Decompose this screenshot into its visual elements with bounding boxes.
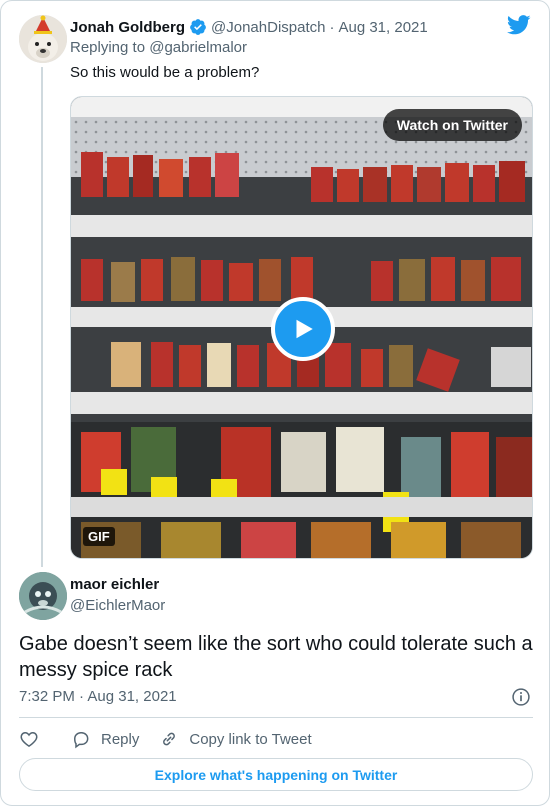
separator-dot: · [329, 18, 335, 36]
parent-author-handle[interactable]: @JonahDispatch [211, 19, 325, 36]
tweet-time[interactable]: 7:32 PM [19, 688, 75, 705]
heart-icon [20, 731, 38, 747]
copy-link-label[interactable]: Copy link to Tweet [189, 731, 311, 748]
parent-author-name[interactable]: Jonah Goldberg [70, 19, 185, 36]
play-button[interactable] [271, 297, 335, 361]
play-icon [296, 319, 313, 339]
thread-connector-line [41, 67, 43, 567]
watch-on-twitter-button[interactable]: Watch on Twitter [382, 109, 522, 141]
tweet-media-gif[interactable]: Watch on Twitter GIF [70, 96, 533, 559]
reply-button[interactable]: Reply [71, 729, 139, 749]
divider [19, 717, 533, 718]
link-icon [163, 732, 176, 746]
gif-badge: GIF [83, 527, 115, 546]
parent-tweet-text: So this would be a problem? [70, 64, 260, 81]
copy-link-button[interactable]: Copy link to Tweet [159, 729, 312, 749]
main-author-handle[interactable]: @EichlerMaor [70, 597, 165, 614]
verified-badge-icon [190, 19, 206, 35]
parent-tweet-date[interactable]: Aug 31, 2021 [338, 19, 427, 36]
replying-to-handle[interactable]: @gabrielmalor [149, 39, 247, 56]
explore-twitter-button[interactable]: Explore what's happening on Twitter [19, 758, 533, 791]
reply-label[interactable]: Reply [101, 731, 139, 748]
twitter-bird-icon[interactable] [507, 15, 531, 35]
parent-author-avatar[interactable] [19, 15, 67, 63]
reply-bubble-icon [73, 732, 89, 749]
info-icon[interactable] [511, 687, 531, 707]
separator-dot: · [79, 688, 85, 705]
replying-to-line: Replying to @gabrielmalor [70, 39, 247, 56]
tweet-date[interactable]: Aug 31, 2021 [87, 688, 176, 705]
main-author-avatar[interactable] [19, 572, 67, 620]
tweet-actions: Reply Copy link to Tweet [19, 727, 312, 751]
tweet-embed-card: Jonah Goldberg @JonahDispatch · Aug 31, … [0, 0, 550, 806]
tweet-timestamp[interactable]: 7:32 PM · Aug 31, 2021 [19, 688, 177, 705]
main-tweet-text: Gabe doesn’t seem like the sort who coul… [19, 633, 533, 681]
like-button[interactable] [19, 729, 39, 749]
parent-tweet-header: Jonah Goldberg @JonahDispatch · Aug 31, … [70, 17, 428, 37]
replying-prefix: Replying to [70, 39, 146, 56]
main-author-name[interactable]: maor eichler [70, 576, 159, 593]
